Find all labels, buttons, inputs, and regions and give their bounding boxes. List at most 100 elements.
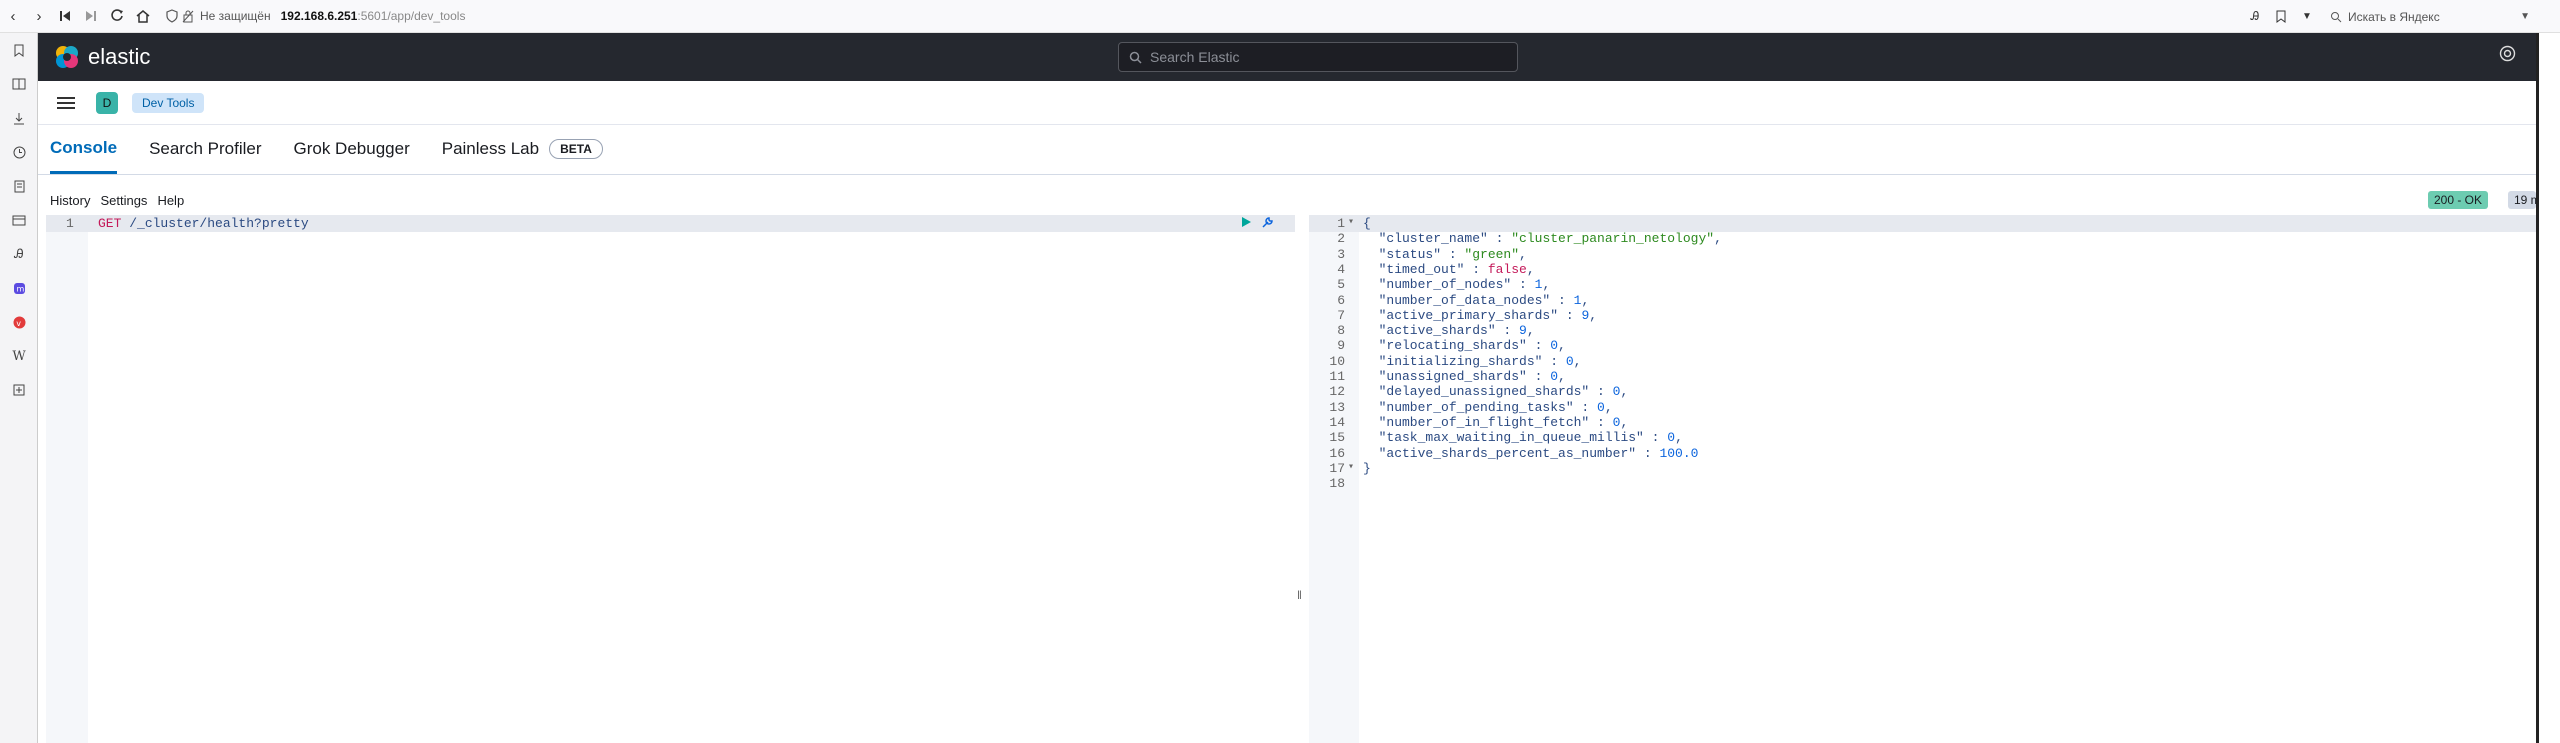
home-icon [136, 10, 150, 23]
response-line: 18 [1309, 476, 2536, 493]
sidebar-add-panel[interactable] [0, 373, 38, 407]
line-number: 8 [1337, 323, 1345, 339]
line-number: 11 [1329, 369, 1345, 384]
insecure-lock-icon [182, 10, 194, 23]
sidebar-downloads[interactable] [0, 101, 38, 135]
breadcrumb[interactable]: Dev Tools [132, 92, 205, 113]
elastic-logo[interactable]: elastic [54, 44, 150, 70]
back-button[interactable]: ‹ [0, 3, 26, 29]
address-bar[interactable]: Не защищён 192.168.6.251:5601/app/dev_to… [166, 9, 465, 23]
space-avatar[interactable]: D [96, 91, 118, 114]
response-text: "cluster_name" : "cluster_panarin_netolo… [1363, 231, 1722, 247]
reload-icon [111, 9, 123, 21]
history-link[interactable]: History [50, 193, 90, 208]
request-line[interactable]: GET /_cluster/health?pretty [98, 216, 309, 231]
notes-icon [14, 180, 24, 192]
bookmark-icon [14, 44, 24, 57]
line-number: 1 [66, 216, 74, 231]
response-text: "task_max_waiting_in_queue_millis" : 0, [1363, 430, 1683, 446]
play-icon [1242, 217, 1251, 227]
response-text: "active_shards_percent_as_number" : 100.… [1363, 445, 1699, 461]
yandex-search-placeholder: Искать в Яндекс [2348, 9, 2440, 24]
line-number: 10 [1329, 353, 1345, 369]
line-number: 16 [1329, 445, 1345, 461]
line-number: 6 [1337, 292, 1345, 308]
menu-icon [57, 96, 75, 109]
response-text: "number_of_nodes" : 1, [1363, 277, 1551, 293]
search-icon [2331, 11, 2342, 22]
response-text: "initializing_shards" : 0, [1363, 353, 1582, 369]
search-placeholder: Search Elastic [1150, 49, 1240, 65]
browser-sidebar: Ꭿ m v W [0, 33, 38, 743]
tab-search-profiler[interactable]: Search Profiler [149, 124, 261, 174]
forward-button[interactable]: › [26, 3, 52, 29]
kibana-header: elastic Search Elastic [38, 33, 2536, 81]
fold-toggle-icon[interactable]: ▾ [1348, 216, 1354, 228]
sidebar-translate[interactable]: Ꭿ [0, 237, 38, 271]
sidebar-reader[interactable] [0, 67, 38, 101]
skip-forward-button[interactable] [78, 3, 104, 29]
url-path: :5601/app/dev_tools [357, 9, 466, 23]
first-page-button[interactable] [52, 3, 78, 29]
send-request-button[interactable] [1241, 216, 1252, 234]
response-text: "active_primary_shards" : 9, [1363, 307, 1598, 323]
home-button[interactable] [130, 3, 156, 29]
fold-toggle-icon[interactable]: ▾ [1348, 461, 1354, 473]
settings-link[interactable]: Settings [100, 193, 147, 208]
tab-grok-debugger[interactable]: Grok Debugger [294, 124, 410, 174]
resize-handle-icon: ‖ [1297, 588, 1302, 602]
response-text: } [1363, 460, 1371, 476]
sidebar-mastodon[interactable]: m [0, 271, 38, 305]
tab-painless-lab[interactable]: Painless Lab [442, 124, 539, 174]
hamburger-menu-button[interactable] [50, 87, 82, 119]
insecure-label: Не защищён [200, 9, 271, 23]
line-number: 4 [1337, 261, 1345, 277]
sidebar-notes[interactable] [0, 169, 38, 203]
sidebar-vivaldi[interactable]: v [0, 305, 38, 339]
help-button[interactable] [2499, 45, 2516, 67]
reload-button[interactable] [104, 3, 130, 29]
status-badge: 200 - OK [2428, 191, 2489, 209]
vivaldi-icon: v [13, 316, 25, 328]
line-number: 17 [1329, 460, 1345, 476]
response-text: "number_of_data_nodes" : 1, [1363, 292, 1590, 308]
request-gutter [46, 215, 88, 743]
line-number: 7 [1337, 307, 1345, 323]
chevron-down-icon: ▼ [2302, 11, 2312, 22]
request-options-button[interactable] [1260, 216, 1274, 234]
svg-text:m: m [16, 284, 24, 293]
browser-right-controls: Ꭿ ▼ Искать в Яндекс ▼ [2242, 0, 2560, 33]
line-number: 18 [1329, 476, 1345, 492]
translate-button[interactable]: Ꭿ [2242, 4, 2268, 30]
line-number: 3 [1337, 246, 1345, 262]
download-icon [14, 112, 24, 124]
response-text: "status" : "green", [1363, 246, 1527, 262]
yandex-search-input[interactable]: Искать в Яндекс ▼ [2330, 5, 2530, 29]
menu-dropdown-button[interactable]: ▼ [2294, 4, 2320, 30]
skip-forward-icon [86, 11, 96, 21]
bookmark-icon [2276, 10, 2286, 23]
help-globe-icon [2499, 45, 2516, 62]
elastic-logo-icon [56, 46, 78, 68]
bookmark-button[interactable] [2268, 4, 2294, 30]
beta-badge: BETA [549, 139, 603, 159]
response-viewer[interactable]: 1 ▾{2 "cluster_name" : "cluster_panarin_n… [1309, 215, 2536, 743]
search-elastic-input[interactable]: Search Elastic [1118, 42, 1518, 72]
sidebar-wikipedia[interactable]: W [0, 339, 38, 373]
wikipedia-icon: W [12, 348, 26, 364]
browser-toolbar: ‹ › Не защищён 192.168.6.251:5601/app/de… [0, 0, 2560, 33]
help-link[interactable]: Help [157, 193, 184, 208]
response-text: "unassigned_shards" : 0, [1363, 369, 1566, 384]
window-edge [2536, 33, 2560, 743]
line-number: 1 [1337, 216, 1345, 231]
request-method: GET [98, 216, 122, 231]
line-number: 14 [1329, 414, 1345, 430]
sidebar-history[interactable] [0, 135, 38, 169]
sidebar-bookmarks[interactable] [0, 33, 38, 67]
tab-console[interactable]: Console [50, 124, 118, 174]
sidebar-cards[interactable] [0, 203, 38, 237]
pane-resizer[interactable]: ‖ [1295, 215, 1309, 743]
request-editor[interactable]: 1 GET /_cluster/health?pretty [46, 215, 1295, 743]
card-icon [12, 215, 26, 225]
response-text: "active_shards" : 9, [1363, 323, 1535, 339]
